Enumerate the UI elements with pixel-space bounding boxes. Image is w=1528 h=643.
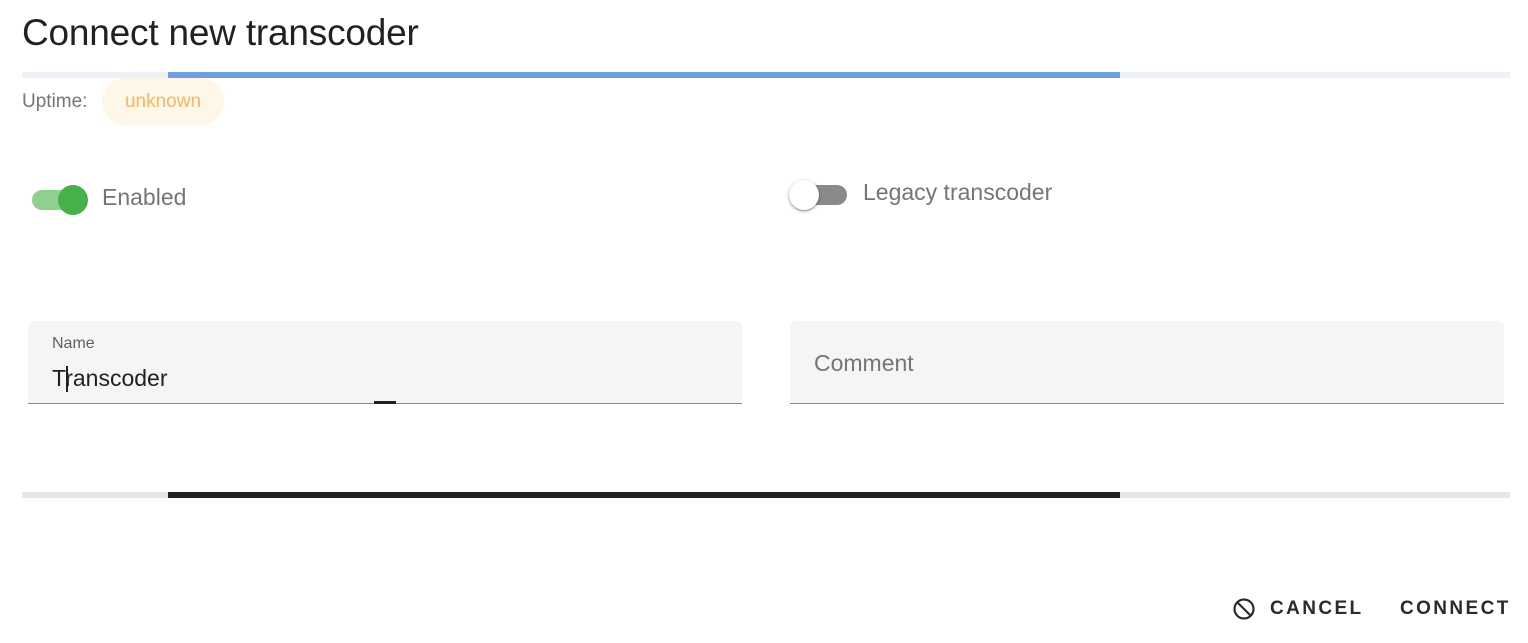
name-input[interactable]: Transcoder — [52, 365, 167, 392]
legacy-switch-track[interactable] — [789, 179, 847, 210]
top-progress-indicator — [168, 72, 1120, 78]
connect-button[interactable]: Connect — [1400, 590, 1511, 628]
cancel-button[interactable]: Cancel — [1232, 590, 1364, 628]
enabled-switch-track[interactable] — [30, 184, 88, 215]
connect-button-label: Connect — [1400, 598, 1511, 619]
cancel-button-label: Cancel — [1270, 598, 1364, 619]
name-field-underline-mark — [374, 401, 396, 404]
legacy-switch-knob[interactable] — [789, 179, 819, 210]
legacy-transcoder-switch[interactable]: Legacy transcoder — [789, 179, 1053, 210]
bottom-progress-indicator — [168, 492, 1120, 498]
enabled-switch[interactable]: Enabled — [30, 184, 187, 215]
comment-field[interactable]: Comment — [790, 321, 1504, 404]
name-field[interactable]: Name Transcoder — [28, 321, 742, 404]
enabled-switch-label: Enabled — [102, 184, 187, 210]
top-progress-bar — [22, 72, 1510, 78]
enabled-switch-knob[interactable] — [58, 184, 88, 215]
cancel-icon — [1232, 597, 1256, 621]
connect-transcoder-dialog: Connect new transcoder Uptime: unknown E… — [0, 0, 1528, 643]
legacy-switch-label: Legacy transcoder — [863, 179, 1053, 205]
comment-input[interactable]: Comment — [814, 350, 914, 377]
dialog-title: Connect new transcoder — [22, 12, 419, 53]
uptime-status-chip: unknown — [102, 78, 224, 125]
text-cursor — [66, 366, 68, 392]
name-field-label: Name — [52, 335, 95, 352]
uptime-label: Uptime: — [22, 91, 88, 112]
bottom-progress-bar — [22, 492, 1510, 498]
